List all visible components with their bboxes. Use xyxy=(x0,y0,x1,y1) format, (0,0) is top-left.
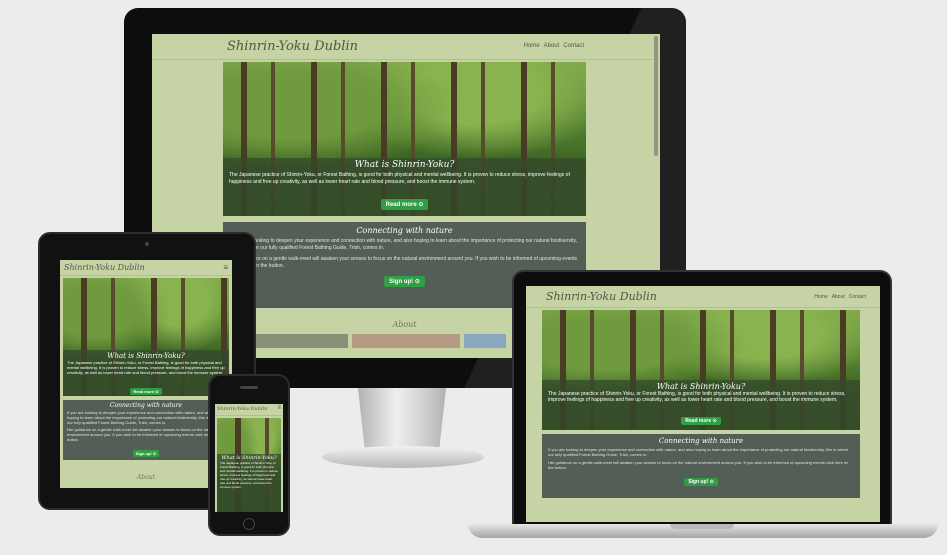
tablet-connecting-panel: Connecting with nature If you are lookin… xyxy=(63,400,229,460)
laptop-signup-label: Sign up! xyxy=(688,479,709,485)
phone-hero-text: The Japanese practice of Shinrin-Yoku, o… xyxy=(220,461,278,489)
tablet-signup-button[interactable]: Sign up! ⊙ xyxy=(132,450,160,457)
panel-text-1: If you are looking to deepen your experi… xyxy=(231,238,577,251)
laptop-nav-contact[interactable]: Contact xyxy=(849,294,866,300)
phone-brand[interactable]: Shinrin-Yoku Dublin xyxy=(217,406,267,412)
tablet-read-more-button[interactable]: Read more ⊙ xyxy=(130,388,162,395)
hero-title: What is Shinrin-Yoku? xyxy=(354,160,455,170)
laptop-connecting-panel: Connecting with nature If you are lookin… xyxy=(542,434,860,498)
tablet-panel-title: Connecting with nature xyxy=(109,402,183,409)
signup-button[interactable]: Sign up! ⊙ xyxy=(384,276,425,287)
hero-image: What is Shinrin-Yoku? The Japanese pract… xyxy=(223,62,586,216)
laptop-nav-about[interactable]: About xyxy=(832,294,845,300)
read-more-button[interactable]: Read more ⊙ xyxy=(380,199,429,210)
laptop-nav-home[interactable]: Home xyxy=(814,294,827,300)
laptop-panel-text-2: Her guidance on a gentle walk-meet will … xyxy=(548,460,849,470)
laptop-notch xyxy=(670,524,734,529)
tablet-hero-text: The Japanese practice of Shinrin-Yoku, o… xyxy=(67,360,225,375)
phone-device: Shinrin-Yoku Dublin ≡ What is Shinrin-Yo… xyxy=(208,374,290,536)
about-image-3 xyxy=(464,334,506,348)
phone-hero-caption: What is Shinrin-Yoku? The Japanese pract… xyxy=(217,454,281,512)
main-nav: Home About Contact xyxy=(524,43,584,49)
signup-label: Sign up! xyxy=(389,279,414,285)
chevron-circle-down-icon: ⊙ xyxy=(712,418,717,424)
tablet-signup-label: Sign up! xyxy=(135,451,152,456)
chevron-circle-right-icon: ⊙ xyxy=(709,479,714,485)
panel-title: Connecting with nature xyxy=(356,226,453,235)
laptop-read-more-button[interactable]: Read more ⊙ xyxy=(681,417,721,425)
read-more-label: Read more xyxy=(385,202,417,208)
laptop-read-more-label: Read more xyxy=(685,418,712,424)
tablet-panel-text-1: If you are looking to deepen your experi… xyxy=(67,410,221,425)
phone-speaker xyxy=(240,386,258,389)
tablet-read-more-label: Read more xyxy=(133,389,155,394)
chevron-circle-down-icon: ⊙ xyxy=(155,389,159,394)
laptop-brand[interactable]: Shinrin-Yoku Dublin xyxy=(546,290,657,303)
laptop-hero-title: What is Shinrin-Yoku? xyxy=(656,382,746,391)
about-image-2 xyxy=(352,334,460,348)
monitor-base xyxy=(322,446,484,468)
laptop-panel-text-1: If you are looking to deepen your experi… xyxy=(548,447,849,457)
tablet-about-heading: About xyxy=(136,474,156,481)
laptop-device: Shinrin-Yoku Dublin Home About Contact W… xyxy=(512,270,892,526)
tablet-screen: Shinrin-Yoku Dublin ≡ What is Shinrin-Yo… xyxy=(60,260,232,488)
hero-text: The Japanese practice of Shinrin-Yoku, o… xyxy=(229,172,570,185)
laptop-hero-text: The Japanese practice of Shinrin-Yoku, o… xyxy=(548,391,846,403)
chevron-circle-right-icon: ⊙ xyxy=(414,279,420,285)
tablet-hero-caption: What is Shinrin-Yoku? The Japanese pract… xyxy=(63,350,229,396)
tablet-panel-text-2: Her guidance on a gentle walk-meet will … xyxy=(67,427,224,442)
about-image-1 xyxy=(252,334,348,348)
brand-logo[interactable]: Shinrin-Yoku Dublin xyxy=(227,39,358,54)
tablet-brand[interactable]: Shinrin-Yoku Dublin xyxy=(64,263,145,272)
laptop-panel-title: Connecting with nature xyxy=(658,437,744,445)
nav-contact[interactable]: Contact xyxy=(563,43,584,49)
laptop-hero-image: What is Shinrin-Yoku? The Japanese pract… xyxy=(542,310,860,430)
panel-text-2: Her guidance on a gentle walk-meet will … xyxy=(231,256,578,269)
laptop-screen: Shinrin-Yoku Dublin Home About Contact W… xyxy=(526,286,880,522)
tablet-camera xyxy=(145,242,149,246)
phone-screen: Shinrin-Yoku Dublin ≡ What is Shinrin-Yo… xyxy=(215,404,283,512)
laptop-signup-button[interactable]: Sign up! ⊙ xyxy=(684,478,718,486)
nav-home[interactable]: Home xyxy=(524,43,540,49)
tablet-hero-image: What is Shinrin-Yoku? The Japanese pract… xyxy=(63,278,229,396)
hamburger-icon[interactable]: ≡ xyxy=(223,263,228,272)
laptop-nav: Home About Contact xyxy=(814,294,866,300)
hamburger-icon[interactable]: ≡ xyxy=(277,405,281,411)
phone-hero-image: What is Shinrin-Yoku? The Japanese pract… xyxy=(217,418,281,512)
tablet-hero-title: What is Shinrin-Yoku? xyxy=(107,352,185,360)
phone-home-button[interactable] xyxy=(243,518,255,530)
scrollbar[interactable] xyxy=(654,36,658,156)
nav-about[interactable]: About xyxy=(544,43,560,49)
hero-caption: What is Shinrin-Yoku? The Japanese pract… xyxy=(223,158,586,216)
laptop-hero-caption: What is Shinrin-Yoku? The Japanese pract… xyxy=(542,380,860,430)
chevron-circle-right-icon: ⊙ xyxy=(152,451,157,456)
chevron-circle-down-icon: ⊙ xyxy=(418,202,424,208)
monitor-stand xyxy=(357,388,447,450)
